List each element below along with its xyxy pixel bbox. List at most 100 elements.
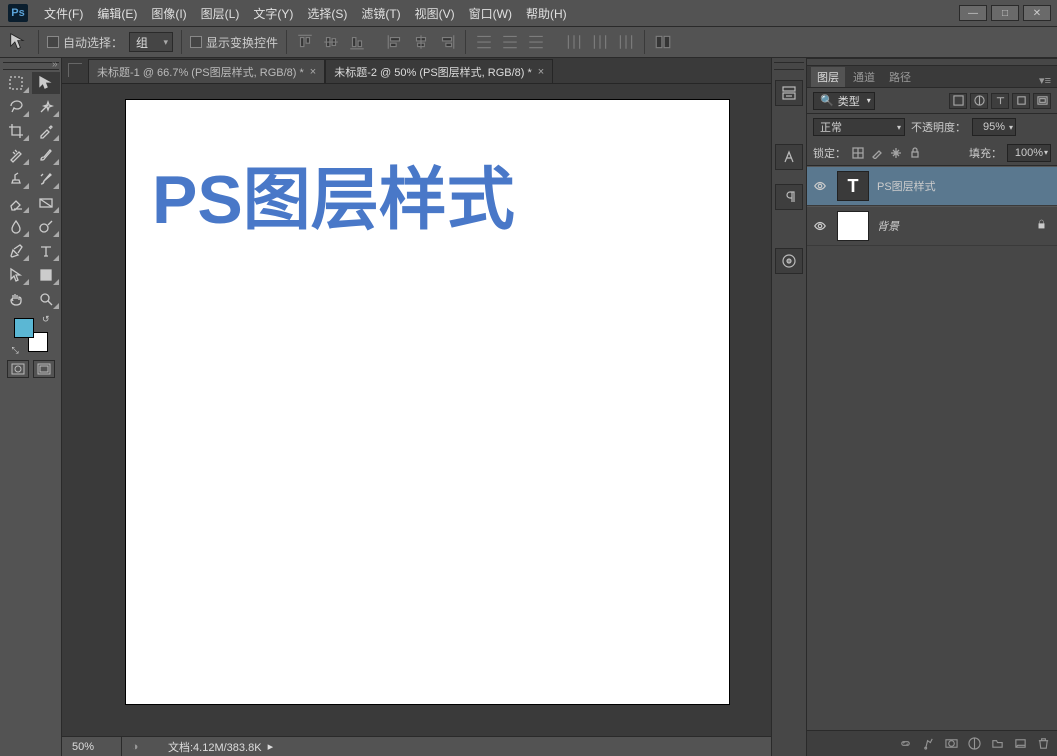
screenmode-button[interactable] xyxy=(33,360,55,378)
filter-pixel-icon[interactable] xyxy=(949,93,967,109)
strip-grip[interactable] xyxy=(774,62,804,70)
eraser-tool[interactable] xyxy=(2,192,30,214)
layer-mask-icon[interactable] xyxy=(941,735,961,753)
dodge-tool[interactable] xyxy=(32,216,60,238)
align-left-icon xyxy=(385,32,405,52)
tab-channels[interactable]: 通道 xyxy=(847,67,881,87)
zoom-tool[interactable] xyxy=(32,288,60,310)
toolbox-grip[interactable] xyxy=(3,62,59,70)
auto-select-check[interactable]: 自动选择： xyxy=(47,34,123,51)
filter-shape-icon[interactable] xyxy=(1012,93,1030,109)
healing-brush-tool[interactable] xyxy=(2,144,30,166)
delete-layer-icon[interactable] xyxy=(1033,735,1053,753)
layer-name[interactable]: 背景 xyxy=(877,218,899,234)
minimize-button[interactable]: — xyxy=(959,5,987,21)
type-tool[interactable] xyxy=(32,240,60,262)
document-area: 未标题-1 @ 66.7% (PS图层样式, RGB/8) * × 未标题-2 … xyxy=(62,58,771,756)
tab-close-icon[interactable]: × xyxy=(538,66,544,78)
menu-window[interactable]: 窗口(W) xyxy=(463,1,518,26)
clone-stamp-tool[interactable] xyxy=(2,168,30,190)
tab-layers[interactable]: 图层 xyxy=(811,67,845,87)
document-tab-2[interactable]: 未标题-2 @ 50% (PS图层样式, RGB/8) * × xyxy=(325,59,553,83)
menu-file[interactable]: 文件(F) xyxy=(38,1,89,26)
menu-layer[interactable]: 图层(L) xyxy=(195,1,246,26)
checkbox-icon[interactable] xyxy=(47,36,59,48)
lock-transparent-icon[interactable] xyxy=(851,146,865,160)
checkbox-icon[interactable] xyxy=(190,36,202,48)
canvas-viewport[interactable]: PS图层样式 xyxy=(62,84,771,736)
history-brush-tool[interactable] xyxy=(32,168,60,190)
swap-colors-icon[interactable]: ⤡ xyxy=(12,345,19,356)
menu-type[interactable]: 文字(Y) xyxy=(247,1,299,26)
rect-marquee-tool[interactable] xyxy=(2,72,30,94)
brush-tool[interactable] xyxy=(32,144,60,166)
blur-tool[interactable] xyxy=(2,216,30,238)
shape-tool[interactable] xyxy=(32,264,60,286)
menu-select[interactable]: 选择(S) xyxy=(301,1,353,26)
auto-select-target-dropdown[interactable]: 组 xyxy=(129,32,173,52)
paragraph-panel-icon[interactable] xyxy=(775,184,803,210)
crop-tool[interactable] xyxy=(2,120,30,142)
layer-name[interactable]: PS图层样式 xyxy=(877,178,936,194)
panel-grip[interactable] xyxy=(807,58,1057,66)
hand-tool[interactable] xyxy=(2,288,30,310)
menu-edit[interactable]: 编辑(E) xyxy=(91,1,143,26)
history-panel-icon[interactable] xyxy=(775,80,803,106)
visibility-toggle[interactable] xyxy=(811,179,829,193)
layer-style-icon[interactable] xyxy=(918,735,938,753)
layer-thumb-text-icon[interactable]: T xyxy=(837,171,869,201)
blend-mode-dropdown[interactable]: 正常 xyxy=(813,118,905,136)
lock-all-icon[interactable] xyxy=(908,146,922,160)
maximize-button[interactable]: □ xyxy=(991,5,1019,21)
quickmask-button[interactable] xyxy=(7,360,29,378)
move-tool[interactable] xyxy=(32,72,60,94)
tab-close-icon[interactable]: × xyxy=(310,66,316,78)
status-gear-icon[interactable]: ◑ xyxy=(122,741,148,753)
character-panel-icon[interactable] xyxy=(775,144,803,170)
fill-field[interactable]: 100% xyxy=(1007,144,1051,162)
document-home-icon[interactable] xyxy=(68,63,82,77)
opacity-field[interactable]: 95% xyxy=(972,118,1016,136)
layer-thumb[interactable] xyxy=(837,211,869,241)
magic-wand-tool[interactable] xyxy=(32,96,60,118)
align-hcenter-icon xyxy=(411,32,431,52)
link-layers-icon[interactable] xyxy=(895,735,915,753)
show-transform-check[interactable]: 显示变换控件 xyxy=(190,34,278,51)
pen-tool[interactable] xyxy=(2,240,30,262)
layer-text[interactable]: T PS图层样式 xyxy=(807,166,1057,206)
filter-kind-dropdown[interactable]: 🔍类型 xyxy=(813,92,875,110)
tab-paths[interactable]: 路径 xyxy=(883,67,917,87)
group-label: 组 xyxy=(136,34,148,51)
doc-info-label[interactable]: 文档:4.12M/383.8K xyxy=(148,739,262,755)
lock-position-icon[interactable] xyxy=(889,146,903,160)
visibility-toggle[interactable] xyxy=(811,219,829,233)
canvas[interactable]: PS图层样式 xyxy=(126,100,729,704)
group-icon[interactable] xyxy=(987,735,1007,753)
layer-list[interactable]: T PS图层样式 背景 xyxy=(807,166,1057,730)
color-swatches[interactable]: ↺ ⤡ xyxy=(14,318,48,352)
filter-type-icon[interactable] xyxy=(991,93,1009,109)
zoom-field[interactable]: 50% xyxy=(62,737,122,756)
color-panel-icon[interactable] xyxy=(775,248,803,274)
layer-background[interactable]: 背景 xyxy=(807,206,1057,246)
menu-filter[interactable]: 滤镜(T) xyxy=(355,1,406,26)
menu-image[interactable]: 图像(I) xyxy=(145,1,192,26)
path-select-tool[interactable] xyxy=(2,264,30,286)
new-layer-icon[interactable] xyxy=(1010,735,1030,753)
close-button[interactable]: ✕ xyxy=(1023,5,1051,21)
eyedropper-tool[interactable] xyxy=(32,120,60,142)
gradient-tool[interactable] xyxy=(32,192,60,214)
lasso-tool[interactable] xyxy=(2,96,30,118)
separator xyxy=(38,30,39,54)
doc-info-arrow-icon[interactable]: ▸ xyxy=(268,740,274,753)
lock-pixels-icon[interactable] xyxy=(870,146,884,160)
default-colors-icon[interactable]: ↺ xyxy=(42,314,50,325)
menu-help[interactable]: 帮助(H) xyxy=(520,1,573,26)
adjustment-layer-icon[interactable] xyxy=(964,735,984,753)
panel-menu-icon[interactable]: ▾≡ xyxy=(1033,74,1057,87)
filter-smart-icon[interactable] xyxy=(1033,93,1051,109)
menu-view[interactable]: 视图(V) xyxy=(409,1,461,26)
filter-adjust-icon[interactable] xyxy=(970,93,988,109)
foreground-color-swatch[interactable] xyxy=(14,318,34,338)
document-tab-1[interactable]: 未标题-1 @ 66.7% (PS图层样式, RGB/8) * × xyxy=(88,59,325,83)
